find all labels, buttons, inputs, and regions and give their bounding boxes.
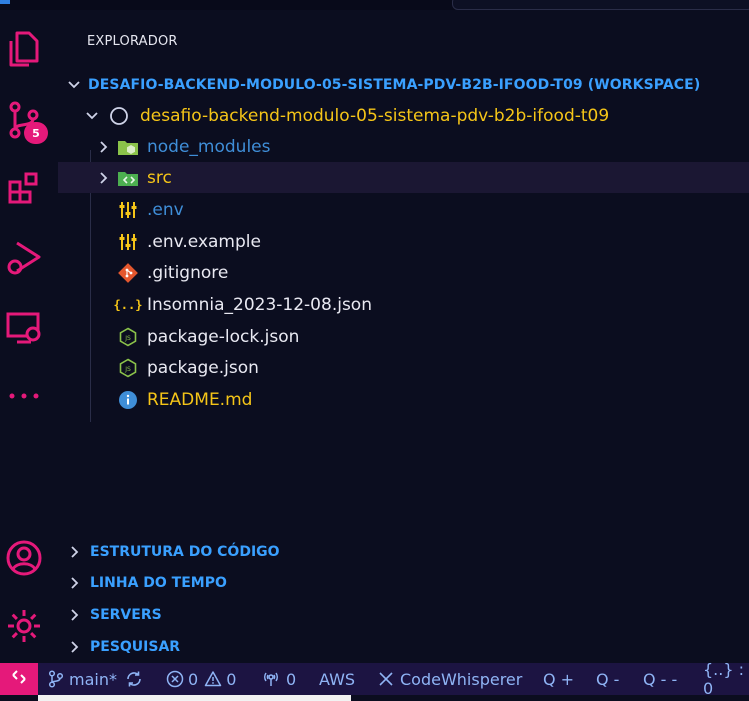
title-bar-strip xyxy=(0,0,749,10)
extensions-icon[interactable] xyxy=(4,168,44,208)
activity-bar xyxy=(0,10,48,663)
bottom-edge xyxy=(0,695,749,701)
branch-icon xyxy=(48,670,64,688)
q-minus-label: Q - xyxy=(596,669,620,689)
info-icon xyxy=(117,389,139,411)
svg-text:JS: JS xyxy=(124,335,131,342)
tree-item-src[interactable]: src xyxy=(58,162,749,193)
project-label: desafio-backend-modulo-05-sistema-pdv-b2… xyxy=(140,105,610,126)
section-label: PESQUISAR xyxy=(90,639,181,655)
section-label: ESTRUTURA DO CÓDIGO xyxy=(90,544,280,560)
tree-item-env[interactable]: .env xyxy=(58,194,749,225)
sync-icon[interactable] xyxy=(125,670,143,688)
json-count-label: {..} : 0 xyxy=(703,660,745,698)
explorer-title: EXPLORADOR xyxy=(87,34,178,49)
section-label: SERVERS xyxy=(90,607,162,623)
q-minus-minus-button[interactable]: Q - - xyxy=(643,663,677,695)
aws-label: AWS xyxy=(319,669,356,689)
file-label: src xyxy=(147,167,172,188)
chevron-down-icon xyxy=(84,108,100,124)
workspace-header[interactable]: DESAFIO-BACKEND-MODULO-05-SISTEMA-PDV-B2… xyxy=(58,69,749,100)
status-bar: main* 0 0 0 AWS CodeWhisperer Q + Q - Q … xyxy=(0,660,749,698)
warning-icon xyxy=(204,670,222,688)
branch-status[interactable]: main* xyxy=(48,663,143,695)
file-label: .gitignore xyxy=(147,262,229,283)
tree-item-package-json[interactable]: JS package.json xyxy=(58,352,749,383)
chevron-right-icon xyxy=(95,170,111,186)
codewhisperer-label: CodeWhisperer xyxy=(400,669,523,689)
json-braces-icon: {..} xyxy=(113,297,143,312)
file-label: package.json xyxy=(147,357,259,378)
warnings-count: 0 xyxy=(226,669,237,689)
nodejs-icon: JS xyxy=(117,357,139,379)
chevron-down-icon xyxy=(66,77,82,93)
file-label: Insomnia_2023-12-08.json xyxy=(147,294,372,315)
tree-item-insomnia-json[interactable]: {..} Insomnia_2023-12-08.json xyxy=(58,289,749,320)
file-label: .env.example xyxy=(147,231,261,252)
chevron-right-icon xyxy=(66,639,82,655)
codewhisperer-status[interactable]: CodeWhisperer xyxy=(378,663,522,695)
q-plus-button[interactable]: Q + xyxy=(543,663,574,695)
git-icon xyxy=(117,262,139,284)
broadcast-icon xyxy=(262,670,280,688)
command-center-search[interactable] xyxy=(452,0,749,10)
section-label: LINHA DO TEMPO xyxy=(90,575,227,591)
q-minus-button[interactable]: Q - xyxy=(596,663,619,695)
file-label: node_modules xyxy=(147,136,271,157)
q-plus-label: Q + xyxy=(543,669,575,689)
workspace-label: DESAFIO-BACKEND-MODULO-05-SISTEMA-PDV-B2… xyxy=(88,76,701,93)
remote-icon xyxy=(10,668,28,690)
remote-indicator[interactable] xyxy=(0,663,38,695)
tree-item-package-lock[interactable]: JS package-lock.json xyxy=(58,321,749,352)
ports-count: 0 xyxy=(286,669,297,689)
q-minus-minus-label: Q - - xyxy=(643,669,678,689)
file-label: README.md xyxy=(147,389,253,410)
tree-item-gitignore[interactable]: .gitignore xyxy=(58,257,749,288)
explorer-sidebar: EXPLORADOR DESAFIO-BACKEND-MODULO-05-SIS… xyxy=(58,10,749,663)
settings-sliders-icon xyxy=(117,199,139,221)
errors-count: 0 xyxy=(188,669,199,689)
file-label: package-lock.json xyxy=(147,326,300,347)
folder-node-icon xyxy=(117,136,139,158)
section-pesquisar[interactable]: PESQUISAR xyxy=(58,632,749,662)
run-debug-icon[interactable] xyxy=(4,238,44,278)
tree-item-node-modules[interactable]: node_modules xyxy=(58,131,749,162)
settings-sliders-icon xyxy=(117,231,139,253)
nodejs-icon: JS xyxy=(117,326,139,348)
folder-src-icon xyxy=(117,167,139,189)
error-icon xyxy=(166,670,184,688)
ports-status[interactable]: 0 xyxy=(262,663,296,695)
svg-text:JS: JS xyxy=(124,366,131,373)
remote-explorer-icon[interactable] xyxy=(4,308,44,348)
chevron-right-icon xyxy=(66,544,82,560)
more-icon[interactable] xyxy=(4,376,44,416)
explorer-icon[interactable] xyxy=(4,30,44,70)
aws-status[interactable]: AWS xyxy=(319,663,355,695)
close-x-icon xyxy=(378,671,394,687)
chevron-right-icon xyxy=(66,607,82,623)
tree-item-env-example[interactable]: .env.example xyxy=(58,226,749,257)
section-estrutura[interactable]: ESTRUTURA DO CÓDIGO xyxy=(58,537,749,567)
account-icon[interactable] xyxy=(4,538,44,578)
scm-badge: 5 xyxy=(24,122,48,144)
section-linha-do-tempo[interactable]: LINHA DO TEMPO xyxy=(58,568,749,598)
tree-item-readme[interactable]: README.md xyxy=(58,384,749,415)
chevron-right-icon xyxy=(95,139,111,155)
settings-gear-icon[interactable] xyxy=(4,606,44,646)
file-label: .env xyxy=(147,199,184,220)
section-servers[interactable]: SERVERS xyxy=(58,600,749,630)
circle-outline-icon xyxy=(108,105,130,127)
problems-status[interactable]: 0 0 xyxy=(166,663,236,695)
panel-edge xyxy=(38,695,351,701)
json-status[interactable]: {..} : 0 xyxy=(703,660,749,698)
chevron-right-icon xyxy=(66,575,82,591)
tab-indicator xyxy=(0,0,10,4)
project-folder-row[interactable]: desafio-backend-modulo-05-sistema-pdv-b2… xyxy=(58,100,749,131)
branch-label: main* xyxy=(69,669,117,689)
